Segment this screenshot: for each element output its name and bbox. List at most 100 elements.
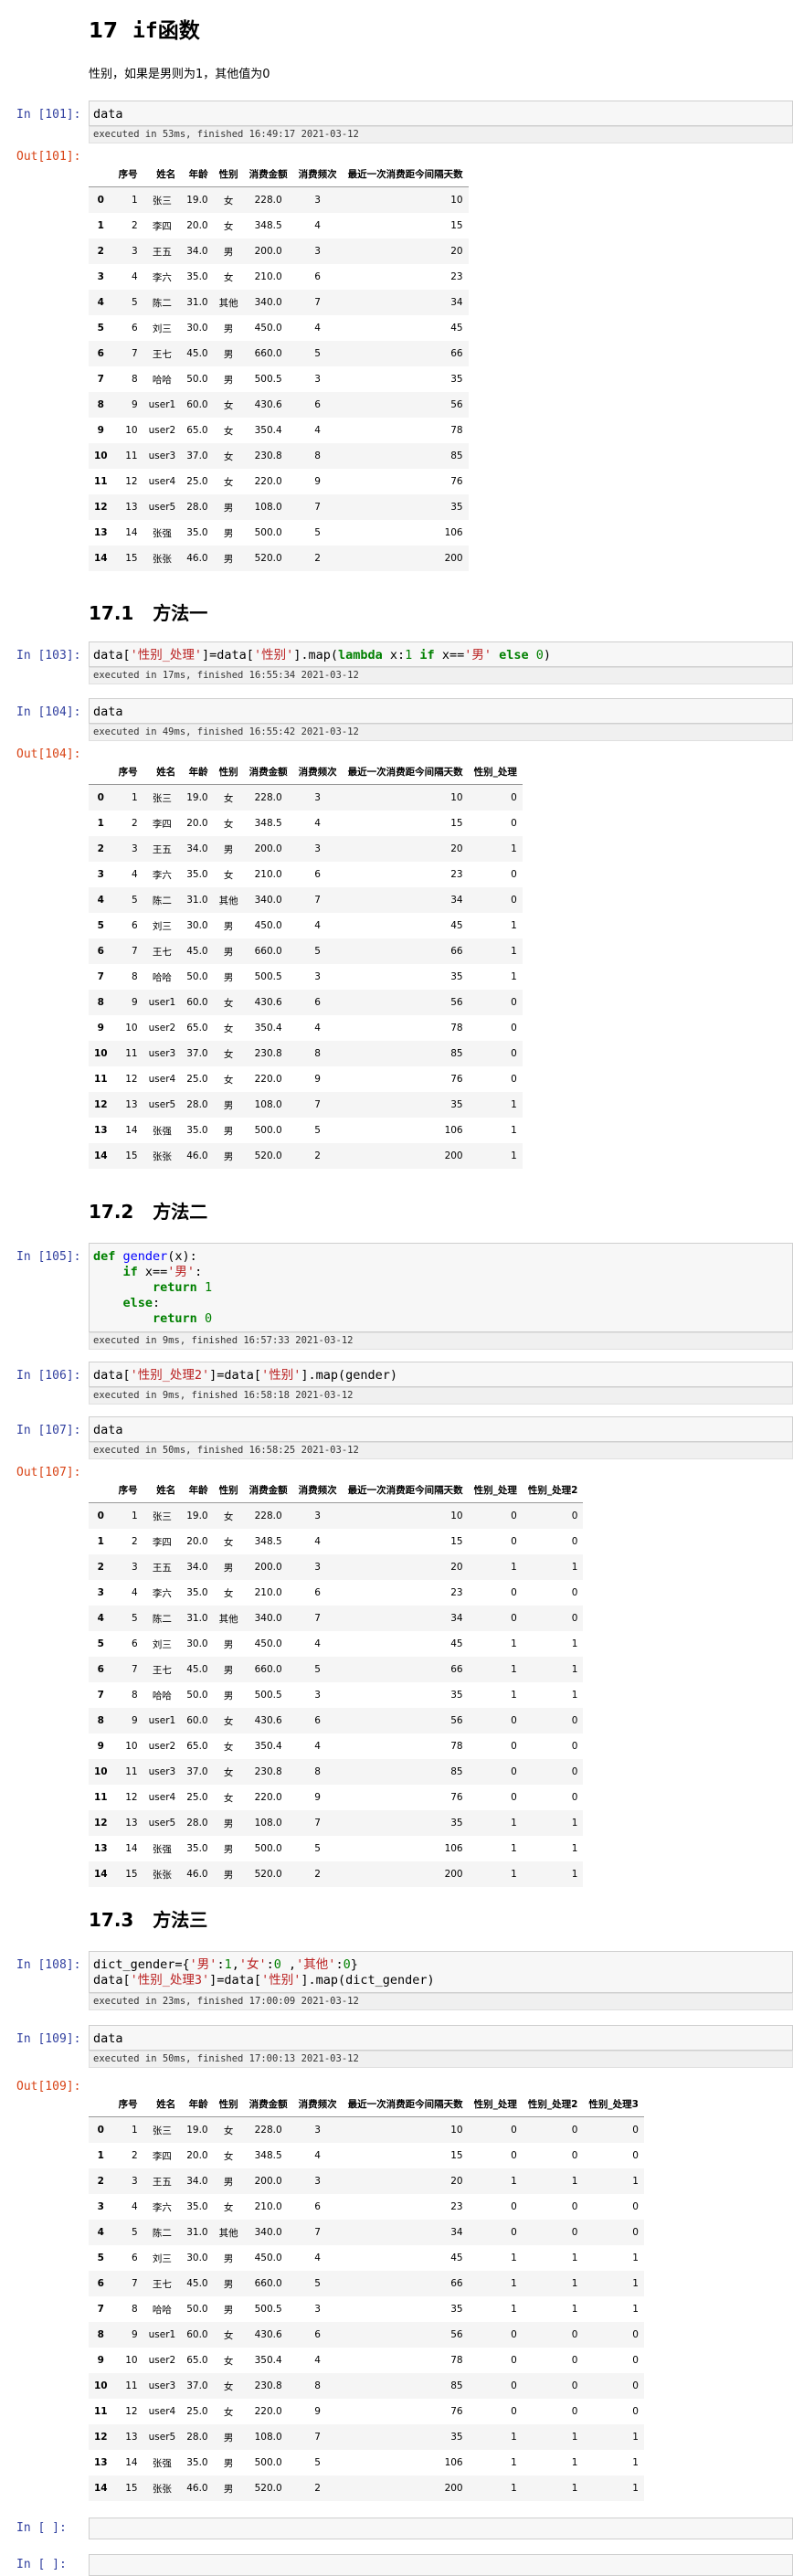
table-cell: 王七	[152, 1664, 172, 1676]
table-cell: 4	[314, 1536, 321, 1547]
table-row: 13 14 张强 35.0 男 500.0 5 106 1 1 1	[89, 2450, 644, 2475]
table-cell: 1	[511, 2457, 517, 2468]
table-cell: 男	[223, 348, 234, 360]
table-cell: 0	[571, 1587, 578, 1598]
table-cell: 女	[223, 1741, 234, 1753]
table-cell: 5	[314, 1843, 321, 1854]
column-header: 性别	[213, 758, 244, 785]
table-cell: 王七	[152, 348, 172, 360]
table-cell: 34	[450, 895, 463, 906]
table-cell: 0	[632, 2201, 639, 2212]
table-cell: 210.0	[254, 271, 282, 282]
row-index: 14	[94, 2483, 108, 2494]
table-row: 3 4 李六 35.0 女 210.0 6 23 0	[89, 862, 523, 887]
table-cell: 5	[314, 1664, 321, 1675]
code-input[interactable]: data	[89, 1416, 793, 1442]
table-cell: 0	[511, 2125, 517, 2136]
index-header	[89, 2091, 113, 2117]
table-cell: 张三	[152, 195, 172, 207]
table-cell: 1	[511, 971, 517, 982]
row-index: 0	[97, 1511, 104, 1521]
table-cell: 1	[571, 1818, 578, 1829]
code-input[interactable]: data	[89, 2025, 793, 2051]
table-cell: 46.0	[186, 553, 208, 564]
table-cell: 0	[571, 2380, 578, 2391]
code-input[interactable]: data	[89, 698, 793, 724]
table-cell: 200	[444, 553, 463, 564]
table-cell: 1	[511, 946, 517, 957]
code-input[interactable]	[89, 2518, 793, 2539]
table-cell: 1	[571, 2432, 578, 2443]
code-text: data	[93, 1423, 123, 1437]
table-cell: 45.0	[186, 2278, 208, 2289]
code-number: 0	[535, 648, 544, 663]
row-index: 14	[94, 1150, 108, 1161]
code-input[interactable]: dict_gender={'男':1,'女':0 ,'其他':0} data['…	[89, 1951, 793, 1993]
table-cell: 11	[125, 1048, 138, 1059]
table-cell: 56	[450, 997, 463, 1008]
table-cell: 8	[131, 2304, 138, 2315]
table-cell: 106	[444, 1125, 463, 1136]
code-input[interactable]	[89, 2554, 793, 2576]
table-cell: 520.0	[254, 553, 282, 564]
table-cell: 60.0	[186, 1715, 208, 1726]
table-cell: 12	[125, 1074, 138, 1085]
code-input[interactable]: def gender(x): if x=='男': return 1 else:…	[89, 1243, 793, 1332]
table-cell: 张三	[152, 2125, 172, 2136]
table-cell: 男	[223, 1664, 234, 1676]
table-cell: 450.0	[254, 323, 282, 334]
table-cell: 35	[450, 374, 463, 385]
table-cell: 张三	[152, 792, 172, 804]
column-header: 姓名	[143, 2091, 182, 2117]
table-row: 8 9 user1 60.0 女 430.6 6 56 0 0 0	[89, 2322, 644, 2348]
code-keyword: if	[122, 1265, 138, 1279]
table-row: 0 1 张三 19.0 女 228.0 3 10 0 0	[89, 1502, 584, 1529]
table-cell: 1	[511, 1843, 517, 1854]
table-row: 6 7 王七 45.0 男 660.0 5 66 1 1 1	[89, 2271, 644, 2296]
table-cell: 28.0	[186, 1099, 208, 1110]
row-index: 14	[94, 553, 108, 564]
table-cell: 3	[314, 843, 321, 854]
table-row: 3 4 李六 35.0 女 210.0 6 23	[89, 264, 469, 290]
table-cell: 男	[223, 1125, 234, 1137]
code-input[interactable]: data['性别_处理2']=data['性别'].map(gender)	[89, 1362, 793, 1387]
table-cell: 0	[511, 1792, 517, 1803]
table-cell: 2	[131, 220, 138, 231]
table-cell: 46.0	[186, 2483, 208, 2494]
table-cell: 女	[223, 451, 234, 462]
table-cell: 5	[131, 297, 138, 308]
table-cell: 女	[223, 818, 234, 830]
table-cell: 3	[314, 1562, 321, 1573]
table-cell: 1	[571, 2483, 578, 2494]
code-token: }	[350, 1957, 358, 1972]
table-cell: 1	[632, 2457, 639, 2468]
table-row: 0 1 张三 19.0 女 228.0 3 10 0 0 0	[89, 2116, 644, 2143]
dataframe-table: 序号 姓名 年龄 性别 消费金额 消费频次 最近一次消费距今间隔天数 0 1 张三 19.0 女 228…	[89, 161, 469, 571]
code-text: data	[93, 705, 123, 719]
table-cell: 10	[125, 425, 138, 436]
table-row: 9 10 user2 65.0 女 350.4 4 78 0	[89, 1015, 523, 1041]
code-number: 0	[196, 1311, 213, 1326]
table-row: 8 9 user1 60.0 女 430.6 6 56	[89, 392, 469, 418]
code-input[interactable]: data	[89, 101, 793, 126]
table-header-row: 序号 姓名 年龄 性别 消费金额 消费频次 最近一次消费距今间隔天数 性别_处理 性别_处理2	[89, 1477, 584, 1503]
code-input[interactable]: data['性别_处理']=data['性别'].map(lambda x:1 …	[89, 641, 793, 667]
dataframe-table: 序号 姓名 年龄 性别 消费金额 消费频次 最近一次消费距今间隔天数 性别_处理 0 1 张三 19.…	[89, 758, 523, 1169]
column-header: 性别_处理	[468, 1477, 523, 1503]
table-cell: 0	[571, 2125, 578, 2136]
table-cell: 女	[223, 2150, 234, 2162]
table-cell: 0	[511, 2201, 517, 2212]
code-token: :	[217, 1957, 225, 1972]
table-cell: 4	[314, 1023, 321, 1034]
table-cell: 20	[450, 2176, 463, 2187]
table-cell: 男	[223, 1638, 234, 1650]
table-cell: 0	[632, 2125, 639, 2136]
row-index: 1	[97, 1536, 104, 1547]
table-cell: 520.0	[254, 2483, 282, 2494]
table-cell: 45	[450, 2253, 463, 2263]
table-cell: 220.0	[254, 476, 282, 487]
table-cell: 60.0	[186, 399, 208, 410]
table-row: 2 3 王五 34.0 男 200.0 3 20	[89, 239, 469, 264]
table-cell: 11	[125, 451, 138, 461]
code-text: data	[93, 2031, 123, 2046]
